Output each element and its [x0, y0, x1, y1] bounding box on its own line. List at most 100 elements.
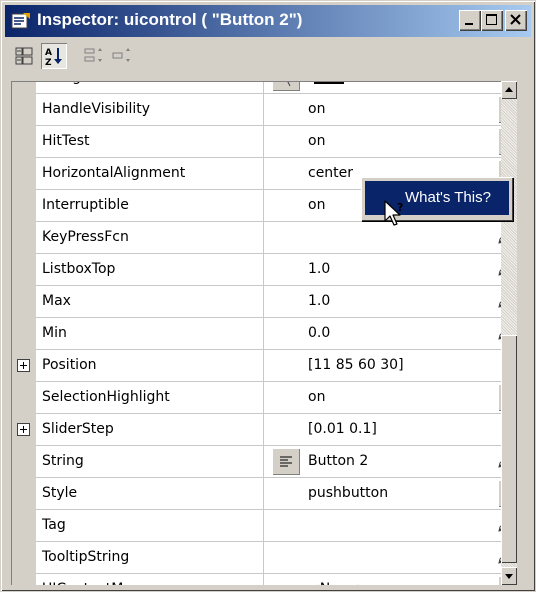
property-row[interactable]: SelectionHighlight on	[12, 382, 513, 414]
sort-alphabetical-icon[interactable]: A Z	[41, 43, 67, 69]
property-name: KeyPressFcn	[36, 222, 264, 254]
property-row[interactable]: KeyPressFcn	[12, 222, 513, 254]
property-name: SelectionHighlight	[36, 382, 264, 414]
property-value-cell[interactable]: on	[264, 126, 513, 158]
property-row[interactable]: TooltipString	[12, 542, 513, 574]
property-name: ForegroundColor	[36, 82, 264, 94]
property-value: <None>	[308, 574, 368, 585]
property-name: String	[36, 446, 264, 478]
maximize-icon[interactable]	[481, 10, 503, 31]
svg-text:A: A	[45, 48, 52, 58]
row-gutter	[12, 574, 36, 585]
property-value-cell[interactable]: 1.0	[264, 254, 513, 286]
property-name: TooltipString	[36, 542, 264, 574]
property-name: HorizontalAlignment	[36, 158, 264, 190]
property-name: ListboxTop	[36, 254, 264, 286]
row-gutter	[12, 350, 36, 382]
property-value-cell[interactable]: pushbutton	[264, 478, 513, 510]
window-title: Inspector: uicontrol ( "Button 2")	[37, 10, 303, 29]
row-gutter	[12, 126, 36, 158]
property-value-cell[interactable]: <None>	[264, 574, 513, 585]
property-name: HitTest	[36, 126, 264, 158]
property-grid: ForegroundColorHandleVisibilityonHitTest…	[11, 81, 513, 585]
property-value-cell[interactable]	[264, 510, 513, 542]
property-row[interactable]: Max 1.0	[12, 286, 513, 318]
scroll-down-icon[interactable]	[501, 567, 517, 585]
property-row[interactable]: HandleVisibility on	[12, 94, 513, 126]
property-row[interactable]: String Button 2	[12, 446, 513, 478]
property-value-cell[interactable]: 0.0	[264, 318, 513, 350]
close-icon[interactable]	[505, 10, 527, 31]
property-value: on	[308, 389, 326, 405]
property-name: Max	[36, 286, 264, 318]
mouse-pointer-icon: ?	[383, 199, 407, 229]
inspector-window: Inspector: uicontrol ( "Button 2") A Z H…	[0, 0, 536, 592]
inspector-icon	[11, 11, 31, 31]
row-gutter	[12, 318, 36, 350]
property-value-cell[interactable]	[264, 82, 513, 94]
toolbar: A Z	[5, 39, 531, 73]
property-value: on	[308, 101, 326, 117]
row-gutter	[12, 158, 36, 190]
row-gutter	[12, 414, 36, 446]
scrollbar-thumb[interactable]	[501, 335, 517, 563]
property-value: [11 85 60 30]	[308, 357, 404, 373]
row-gutter	[12, 446, 36, 478]
property-value-cell[interactable]	[264, 542, 513, 574]
property-value-cell[interactable]: on	[264, 94, 513, 126]
property-row[interactable]: ListboxTop 1.0	[12, 254, 513, 286]
property-value-cell[interactable]: [11 85 60 30]	[264, 350, 513, 382]
property-value-cell[interactable]: on	[264, 382, 513, 414]
property-row[interactable]: SliderStep [0.01 0.1]	[12, 414, 513, 446]
property-value-cell[interactable]: Button 2	[264, 446, 513, 478]
property-row[interactable]: Position [11 85 60 30]	[12, 350, 513, 382]
property-name: Tag	[36, 510, 264, 542]
row-gutter	[12, 94, 36, 126]
expand-icon[interactable]	[17, 359, 30, 372]
row-gutter	[12, 190, 36, 222]
property-value: on	[308, 133, 326, 149]
property-value: [0.01 0.1]	[308, 421, 377, 437]
property-name: SliderStep	[36, 414, 264, 446]
vertical-scrollbar[interactable]	[501, 81, 517, 585]
property-value: 0.0	[308, 325, 331, 341]
property-value: 1.0	[308, 261, 331, 277]
row-gutter	[12, 82, 36, 94]
row-gutter	[12, 254, 36, 286]
property-name: Style	[36, 478, 264, 510]
categorized-view-icon[interactable]	[11, 43, 37, 69]
row-gutter	[12, 542, 36, 574]
color-picker-icon[interactable]	[272, 82, 300, 91]
property-value-cell[interactable]: [0.01 0.1]	[264, 414, 513, 446]
property-row[interactable]: ForegroundColor	[12, 82, 513, 94]
minimize-icon[interactable]	[459, 10, 481, 31]
scroll-up-icon[interactable]	[501, 81, 517, 99]
property-row[interactable]: HitTest on	[12, 126, 513, 158]
expand-icon[interactable]	[17, 423, 30, 436]
property-name: Interruptible	[36, 190, 264, 222]
collapse-all-icon[interactable]	[109, 43, 135, 69]
row-gutter	[12, 286, 36, 318]
property-value: on	[308, 197, 326, 213]
title-bar[interactable]: Inspector: uicontrol ( "Button 2")	[5, 5, 531, 37]
color-swatch	[314, 82, 344, 84]
property-row[interactable]: Min 0.0	[12, 318, 513, 350]
property-row[interactable]: Style pushbutton	[12, 478, 513, 510]
property-value: center	[308, 165, 354, 181]
property-row[interactable]: Tag	[12, 510, 513, 542]
property-value: pushbutton	[308, 485, 389, 501]
property-value-cell[interactable]: 1.0	[264, 286, 513, 318]
property-name: HandleVisibility	[36, 94, 264, 126]
property-value: 1.0	[308, 293, 331, 309]
row-gutter	[12, 510, 36, 542]
expand-all-icon[interactable]	[81, 43, 107, 69]
row-gutter	[12, 478, 36, 510]
property-name: Position	[36, 350, 264, 382]
property-value: Button 2	[308, 453, 369, 469]
property-name: UIContextMenu	[36, 574, 264, 585]
svg-text:?: ?	[397, 201, 403, 214]
text-edit-icon[interactable]	[272, 448, 300, 475]
property-name: Min	[36, 318, 264, 350]
svg-text:Z: Z	[45, 58, 52, 68]
property-row[interactable]: UIContextMenu <None>	[12, 574, 513, 585]
